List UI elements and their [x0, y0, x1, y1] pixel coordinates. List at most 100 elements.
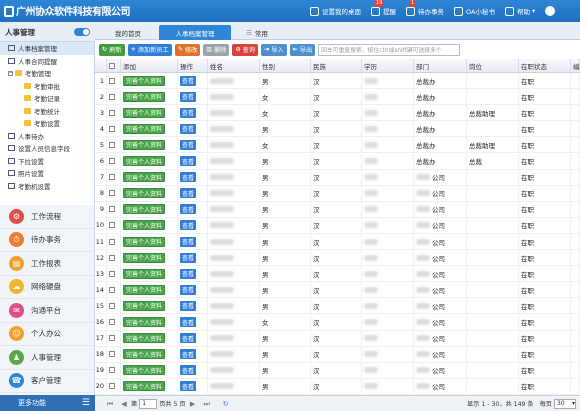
view-button[interactable]: 查看 [180, 300, 197, 311]
view-button[interactable]: 查看 [180, 252, 197, 263]
complete-info-button[interactable]: 完善个人资料 [123, 333, 166, 344]
complete-info-button[interactable]: 完善个人资料 [123, 284, 166, 295]
complete-info-button[interactable]: 完善个人资料 [123, 365, 166, 376]
row-checkbox[interactable] [109, 367, 115, 374]
tree-item[interactable]: 考勤审批 [0, 80, 94, 93]
topnav-item[interactable] [545, 6, 558, 16]
tree-item[interactable]: 考勤设置 [0, 117, 94, 130]
view-button[interactable]: 查看 [180, 172, 197, 183]
menu-item[interactable]: ☁ 网络硬盘 [0, 276, 94, 299]
menu-item[interactable]: ♟ 人事管理 [0, 346, 94, 370]
collapse-icon[interactable]: − [8, 70, 13, 76]
complete-info-button[interactable]: 完善个人资料 [123, 188, 166, 199]
table-row[interactable]: 1 完善个人资料 查看 男 汉 总裁办 在职 [95, 73, 580, 90]
row-checkbox[interactable] [109, 270, 115, 277]
table-row[interactable]: 7 完善个人资料 查看 男 汉 公司 在职 [95, 169, 580, 186]
view-button[interactable]: 查看 [180, 268, 197, 279]
complete-info-button[interactable]: 完善个人资料 [123, 172, 166, 183]
view-button[interactable]: 查看 [180, 188, 197, 199]
table-row[interactable]: 10 完善个人资料 查看 男 汉 公司 在职 [95, 217, 580, 234]
menu-item[interactable]: ▤ 工作报表 [0, 252, 94, 276]
sidebar-toggle[interactable] [74, 28, 90, 36]
table-row[interactable]: 13 完善个人资料 查看 男 汉 公司 在职 [95, 266, 580, 283]
view-button[interactable]: 查看 [180, 381, 197, 392]
toolbar-button[interactable]: ⊘ 查询 [232, 43, 259, 56]
tree-item[interactable]: 人事合同提醒 [0, 55, 94, 68]
next-page-icon[interactable]: ▶ [189, 400, 197, 408]
per-page-select[interactable]: 30 ▾ [554, 398, 576, 409]
column-header[interactable]: 性别 [260, 59, 311, 72]
tree-item[interactable]: 人事待办 [0, 130, 94, 143]
toolbar-button[interactable]: ↻ 刷新 [99, 43, 125, 56]
table-row[interactable]: 16 完善个人资料 查看 女 汉 公司 在职 [95, 314, 580, 331]
view-button[interactable]: 查看 [180, 236, 197, 247]
tree-item[interactable]: 照片设置 [0, 167, 94, 180]
complete-info-button[interactable]: 完善个人资料 [123, 349, 166, 360]
menu-item[interactable]: ☺ 个人办公 [0, 323, 94, 346]
menu-item[interactable]: ☎ 客户管理 [0, 370, 94, 393]
column-header[interactable]: 岗位 [467, 59, 519, 72]
table-row[interactable]: 18 完善个人资料 查看 男 汉 公司 在职 [95, 346, 580, 363]
toolbar-button[interactable]: ✎ 修改 [174, 43, 201, 56]
tree-item[interactable]: 下拉设置 [0, 155, 94, 168]
row-checkbox[interactable] [109, 238, 115, 245]
row-checkbox[interactable] [109, 351, 115, 358]
row-checkbox[interactable] [109, 319, 115, 326]
complete-info-button[interactable]: 完善个人资料 [123, 381, 166, 392]
row-checkbox[interactable] [109, 286, 115, 293]
row-checkbox[interactable] [109, 93, 115, 100]
menu-item[interactable]: ⚙ 工作流程 [0, 205, 94, 229]
table-row[interactable]: 8 完善个人资料 查看 男 汉 公司 在职 [95, 185, 580, 202]
toolbar-button[interactable]: + 添加新员工 [127, 43, 172, 56]
tree-item[interactable]: 设置人员信息字段 [0, 142, 94, 155]
row-checkbox[interactable] [109, 302, 115, 309]
view-button[interactable]: 查看 [180, 204, 197, 215]
toolbar-button[interactable]: ▥ 删除 [203, 43, 230, 56]
table-row[interactable]: 9 完善个人资料 查看 男 汉 公司 在职 [95, 201, 580, 218]
tree-item[interactable]: 考勤记录 [0, 92, 94, 105]
prev-page-icon[interactable]: ◀ [120, 400, 128, 408]
view-button[interactable]: 查看 [180, 123, 197, 134]
view-button[interactable]: 查看 [180, 220, 197, 231]
view-button[interactable]: 查看 [180, 156, 197, 167]
row-checkbox[interactable] [109, 222, 115, 229]
tab-item[interactable]: 我的首页 [103, 25, 153, 40]
row-checkbox[interactable] [109, 174, 115, 181]
view-button[interactable]: 查看 [180, 333, 197, 344]
complete-info-button[interactable]: 完善个人资料 [123, 252, 166, 263]
table-row[interactable]: 17 完善个人资料 查看 男 汉 公司 在职 [95, 330, 580, 347]
menu-item[interactable]: ⏱ 待办事务 [0, 229, 94, 252]
search-input[interactable]: 回车可重复搜索，按住ctrl或shift键可选择多个 [318, 43, 461, 56]
table-row[interactable]: 15 完善个人资料 查看 男 汉 公司 在职 [95, 298, 580, 315]
complete-info-button[interactable]: 完善个人资料 [123, 123, 166, 134]
view-button[interactable]: 查看 [180, 91, 197, 102]
table-row[interactable]: 2 完善个人资料 查看 女 汉 总裁办 在职 [95, 89, 580, 106]
tree-item[interactable]: 考勤统计 [0, 105, 94, 118]
topnav-item[interactable]: 帮助 ▾ [504, 6, 535, 16]
tab-item[interactable]: ☰ 常用 [237, 25, 277, 40]
refresh-icon[interactable]: ↻ [222, 400, 230, 408]
tree-item[interactable]: − 考勤管理 [0, 67, 94, 80]
row-checkbox[interactable] [109, 158, 115, 165]
table-row[interactable]: 19 完善个人资料 查看 男 汉 公司 在职 [95, 362, 580, 379]
view-button[interactable]: 查看 [180, 284, 197, 295]
row-checkbox[interactable] [109, 335, 115, 342]
table-row[interactable]: 6 完善个人资料 查看 男 汉 总裁办 总裁 在职 [95, 153, 580, 170]
view-button[interactable]: 查看 [180, 75, 197, 86]
table-row[interactable]: 20 完善个人资料 查看 男 汉 公司 在职 [95, 378, 580, 395]
row-checkbox[interactable] [109, 190, 115, 197]
tab-item[interactable]: 人事档案管理 [159, 25, 231, 40]
table-row[interactable]: 3 完善个人资料 查看 女 汉 总裁办 总裁助理 在职 [95, 105, 580, 122]
tree-item[interactable]: 考勤机设置 [0, 180, 94, 193]
topnav-item[interactable]: 19 提醒 [371, 0, 396, 16]
column-header[interactable]: 添加 [121, 59, 178, 72]
topnav-item[interactable]: 设置我的桌面 [310, 6, 361, 16]
row-checkbox[interactable] [109, 141, 115, 148]
column-header[interactable]: 姓名 [208, 59, 260, 72]
column-header[interactable] [95, 59, 107, 72]
complete-info-button[interactable]: 完善个人资料 [123, 317, 166, 328]
column-header[interactable]: 编 [571, 59, 580, 72]
view-button[interactable]: 查看 [180, 349, 197, 360]
column-header[interactable]: 在职状态 [519, 59, 571, 72]
column-header[interactable]: 部门 [414, 59, 467, 72]
